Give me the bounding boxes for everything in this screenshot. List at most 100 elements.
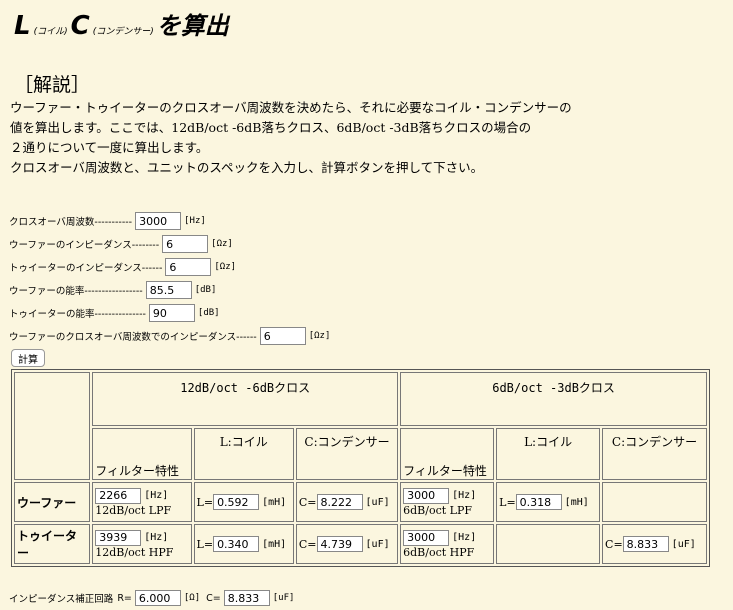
unit-label: [Ωz] [214, 262, 237, 272]
woofer-12db-capacitor-output[interactable] [316, 494, 363, 510]
unit-label: [Ωz] [308, 331, 331, 341]
empty-corner-cell [14, 372, 91, 480]
filter-type-label: 12dB/oct HPF [95, 545, 174, 559]
description-line: 値を算出します。ここでは、12dB/oct -6dB落ちクロス、6dB/oct … [10, 120, 532, 135]
description: ウーファー・トゥイーターのクロスオーバ周波数を決めたら、それに必要なコイル・コン… [10, 98, 572, 178]
unit-label: [dB] [197, 308, 220, 318]
unit-label: [uF] [365, 496, 390, 508]
filter-type-label: 6dB/oct HPF [403, 545, 475, 559]
value-prefix: L= [499, 495, 516, 509]
title-c-note: (コンデンサー) [92, 27, 154, 37]
unit-label: [uF] [671, 538, 696, 550]
calculate-button[interactable]: 計算 [11, 349, 45, 367]
tweeter-efficiency-row: トゥイーターの能率--------------- [dB] [9, 304, 220, 322]
woofer-impedance-label: ウーファーのインピーダンス-------- [9, 240, 160, 251]
filter-characteristic-header: フィルター特性 [400, 428, 495, 480]
description-line: クロスオーバ周波数と、ユニットのスペックを入力し、計算ボタンを押して下さい。 [10, 160, 484, 175]
woofer-12db-capacitor-cell: C= [uF] [295, 482, 399, 522]
tweeter-12db-capacitor-output[interactable] [316, 536, 363, 552]
crossover-frequency-input[interactable] [135, 212, 182, 230]
impedance-correction-label: インピーダンス補正回路 [9, 594, 114, 605]
value-prefix: C= [298, 537, 317, 551]
unit-label: [Hz] [144, 532, 169, 543]
woofer-efficiency-input[interactable] [145, 281, 192, 299]
crossover-frequency-row: クロスオーバ周波数----------- [Hz] [9, 212, 206, 230]
tweeter-impedance-row: トゥイーターのインピーダンス------ [Ωz] [9, 258, 236, 276]
impedance-resistor-output[interactable] [134, 590, 181, 606]
table-row: ウーファー [Hz] 12dB/oct LPF L= [mH] C= [uF] [H… [14, 482, 707, 522]
crossover-frequency-label: クロスオーバ周波数----------- [9, 217, 133, 228]
tweeter-12db-frequency-output[interactable] [95, 529, 142, 546]
value-prefix: L= [196, 537, 214, 551]
tweeter-6db-capacitor-cell: C= [uF] [602, 524, 707, 564]
capacitor-header: C:コンデンサー [602, 428, 707, 480]
unit-label: [mH] [564, 496, 589, 508]
woofer-6db-coil-output[interactable] [515, 494, 562, 510]
woofer-6db-capacitor-cell [602, 482, 707, 522]
table-row: トゥイーター [Hz] 12dB/oct HPF L= [mH] C= [uF] [… [14, 524, 707, 564]
coil-header: L:コイル [496, 428, 601, 480]
woofer-6db-filter-cell: [Hz] 6dB/oct LPF [400, 482, 495, 522]
unit-label: [uF] [272, 593, 295, 603]
tweeter-6db-capacitor-output[interactable] [622, 536, 669, 552]
filter-type-label: 12dB/oct LPF [95, 503, 172, 517]
tweeter-efficiency-label: トゥイーターの能率--------------- [9, 309, 146, 320]
woofer-crossover-impedance-label: ウーファーのクロスオーバ周波数でのインピーダンス------ [9, 332, 257, 343]
unit-label: [dB] [194, 285, 217, 295]
value-prefix: L= [196, 495, 214, 509]
value-prefix: C= [605, 537, 623, 551]
woofer-row-label: ウーファー [14, 482, 91, 522]
tweeter-efficiency-input[interactable] [148, 304, 195, 322]
woofer-6db-coil-cell: L= [mH] [496, 482, 601, 522]
filter-type-label: 6dB/oct LPF [403, 503, 473, 517]
title-l-note: (コイル) [33, 27, 68, 37]
tweeter-12db-coil-output[interactable] [213, 536, 260, 552]
title-l: L [14, 11, 31, 41]
woofer-impedance-row: ウーファーのインピーダンス-------- [Ωz] [9, 235, 233, 253]
unit-label: [Hz] [452, 532, 477, 543]
woofer-12db-coil-output[interactable] [213, 494, 260, 510]
value-prefix: C= [206, 592, 221, 604]
impedance-capacitor-output[interactable] [223, 590, 270, 606]
tweeter-impedance-input[interactable] [165, 258, 212, 276]
unit-label: [Hz] [184, 216, 206, 226]
unit-label: [uF] [365, 538, 390, 550]
tweeter-12db-filter-cell: [Hz] 12dB/oct HPF [92, 524, 192, 564]
tweeter-12db-coil-cell: L= [mH] [193, 524, 294, 564]
tweeter-12db-capacitor-cell: C= [uF] [295, 524, 399, 564]
value-prefix: R= [117, 592, 132, 604]
page-title: L (コイル) C (コンデンサー) を算出 [14, 6, 229, 41]
woofer-impedance-input[interactable] [162, 235, 209, 253]
unit-label: [Ω] [183, 593, 201, 603]
woofer-12db-coil-cell: L= [mH] [193, 482, 294, 522]
filter-characteristic-header: フィルター特性 [92, 428, 192, 480]
unit-label: [mH] [262, 538, 287, 550]
tweeter-6db-filter-cell: [Hz] 6dB/oct HPF [400, 524, 495, 564]
tweeter-6db-frequency-output[interactable] [403, 529, 450, 546]
capacitor-header: C:コンデンサー [295, 428, 399, 480]
unit-label: [Hz] [144, 490, 169, 501]
coil-header: L:コイル [193, 428, 294, 480]
section-heading: ［解説］ [14, 74, 91, 96]
woofer-crossover-impedance-row: ウーファーのクロスオーバ周波数でのインピーダンス------ [Ωz] [9, 327, 330, 345]
description-line: ウーファー・トゥイーターのクロスオーバ周波数を決めたら、それに必要なコイル・コン… [10, 100, 572, 115]
tweeter-impedance-label: トゥイーターのインピーダンス------ [9, 263, 163, 274]
woofer-crossover-impedance-input[interactable] [259, 327, 306, 345]
unit-label: [Ωz] [211, 239, 233, 249]
results-table: 12dB/oct -6dBクロス 6dB/oct -3dBクロス フィルター特性… [11, 369, 710, 567]
impedance-correction-row: インピーダンス補正回路 R= [Ω] C= [uF] [9, 590, 294, 606]
woofer-12db-frequency-output[interactable] [95, 487, 142, 504]
tweeter-row-label: トゥイーター [14, 524, 91, 564]
group-header-6db: 6dB/oct -3dBクロス [400, 372, 707, 426]
description-line: ２通りについて一度に算出します。 [10, 140, 209, 155]
woofer-12db-filter-cell: [Hz] 12dB/oct LPF [92, 482, 192, 522]
title-suffix: を算出 [156, 12, 229, 40]
group-header-12db: 12dB/oct -6dBクロス [92, 372, 399, 426]
woofer-efficiency-label: ウーファーの能率----------------- [9, 286, 143, 297]
unit-label: [mH] [262, 496, 287, 508]
woofer-6db-frequency-output[interactable] [403, 487, 450, 504]
tweeter-6db-coil-cell [496, 524, 601, 564]
woofer-efficiency-row: ウーファーの能率----------------- [dB] [9, 281, 216, 299]
title-c: C [70, 11, 90, 41]
unit-label: [Hz] [452, 490, 477, 501]
